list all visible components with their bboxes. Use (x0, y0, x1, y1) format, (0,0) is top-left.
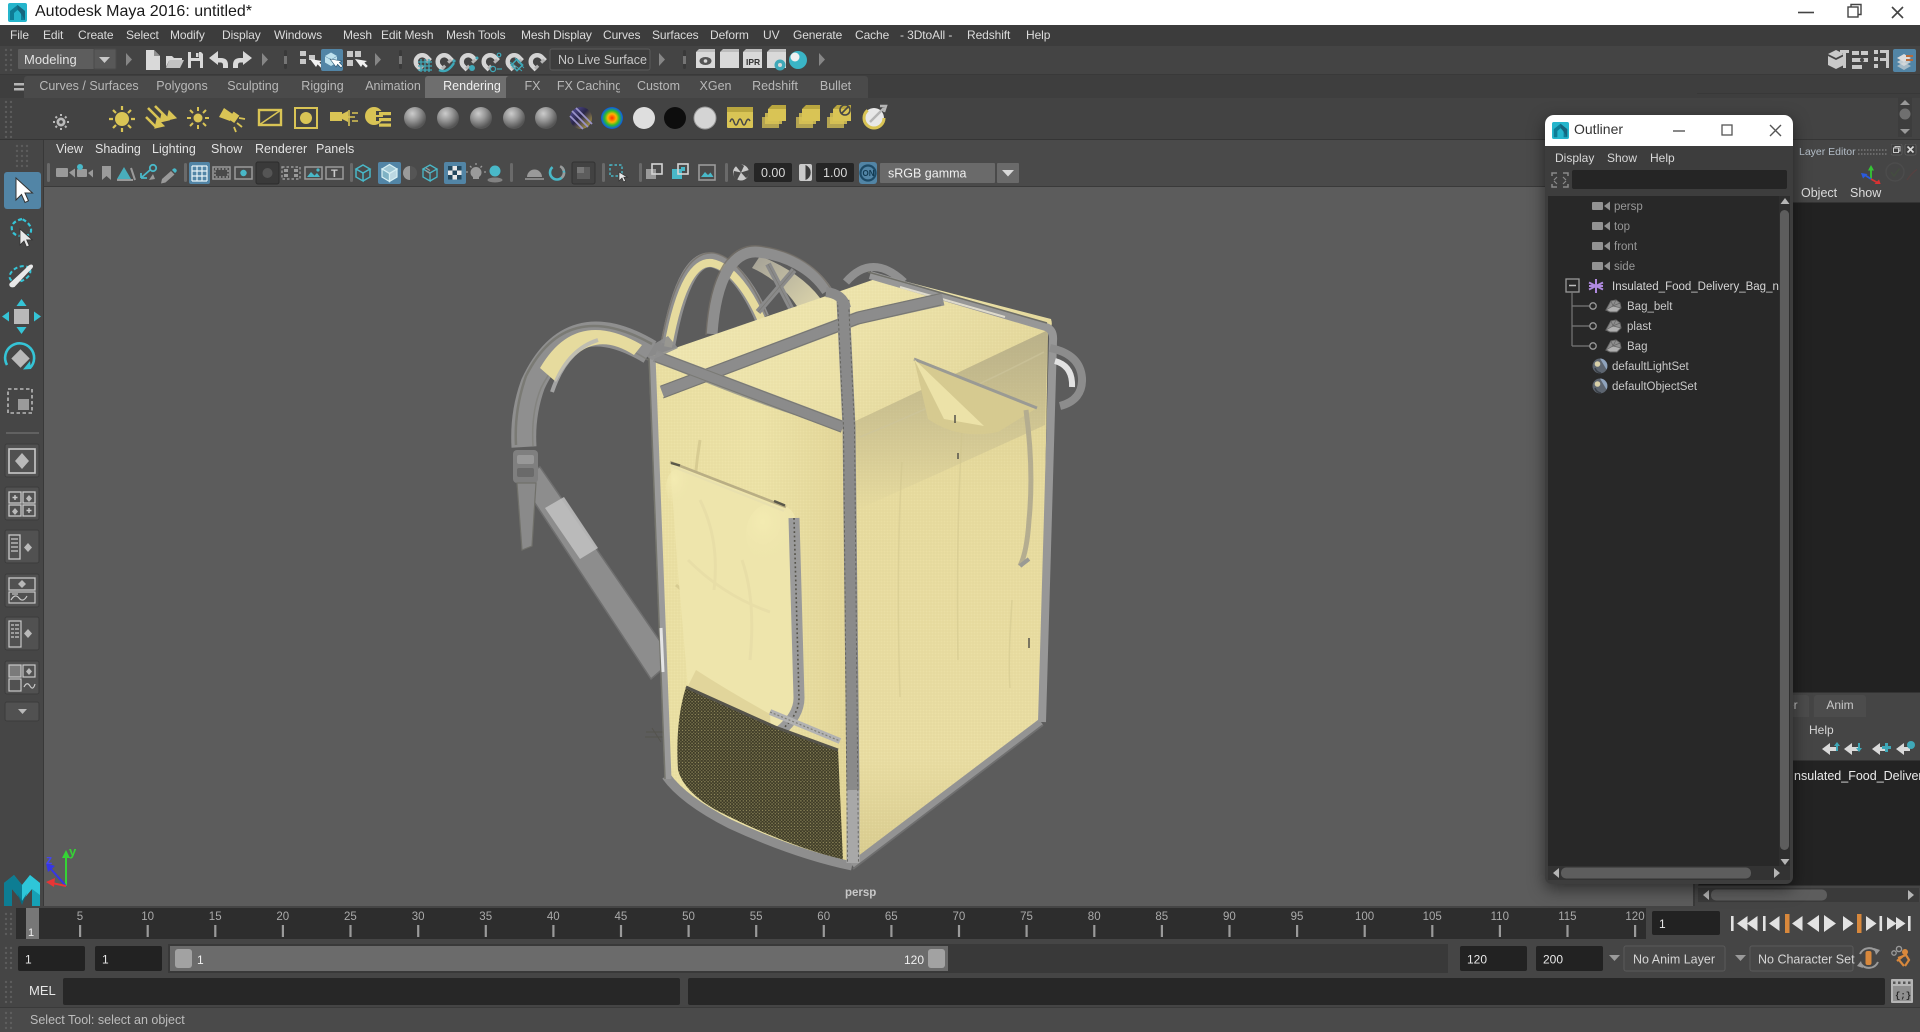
svg-text:60: 60 (817, 911, 830, 923)
svg-text:defaultLightSet: defaultLightSet (1612, 361, 1690, 373)
svg-text:1.00: 1.00 (823, 166, 847, 180)
svg-text:105: 105 (1423, 911, 1442, 923)
svg-text:30: 30 (412, 911, 425, 923)
svg-text:IPR: IPR (746, 57, 760, 67)
svg-text:plast: plast (1627, 321, 1652, 333)
svg-text:65: 65 (885, 911, 898, 923)
svg-text:115: 115 (1558, 911, 1576, 923)
svg-text:{;}: {;} (1895, 991, 1911, 1001)
svg-text:No Live Surface: No Live Surface (558, 53, 647, 67)
svg-text:No Anim Layer: No Anim Layer (1633, 953, 1715, 967)
svg-text:10: 10 (141, 911, 154, 923)
svg-text:No Character Set: No Character Set (1758, 953, 1855, 967)
svg-text:Bag_belt: Bag_belt (1627, 301, 1673, 313)
svg-text:200: 200 (1543, 953, 1563, 967)
svg-text:Insulated_Food_Delivery_Bag_nc: Insulated_Food_Delivery_Bag_ncl (1612, 281, 1787, 293)
svg-text:side: side (1614, 261, 1635, 273)
svg-text:sRGB gamma: sRGB gamma (888, 167, 967, 181)
svg-text:1: 1 (28, 927, 34, 939)
svg-text:5: 5 (77, 911, 83, 923)
svg-text:1: 1 (197, 953, 204, 967)
svg-text:15: 15 (209, 911, 222, 923)
svg-text:120: 120 (1467, 953, 1487, 967)
svg-text:80: 80 (1088, 911, 1101, 923)
svg-text:35: 35 (479, 911, 492, 923)
svg-text:top: top (1614, 221, 1630, 233)
svg-text:T: T (331, 168, 338, 180)
svg-text:ON: ON (863, 169, 875, 178)
svg-text:75: 75 (1020, 911, 1033, 923)
svg-text:85: 85 (1155, 911, 1168, 923)
svg-text:z: z (46, 853, 52, 867)
svg-text:1: 1 (25, 953, 32, 967)
svg-text:100: 100 (1355, 911, 1374, 923)
svg-text:55: 55 (750, 911, 763, 923)
svg-text:defaultObjectSet: defaultObjectSet (1612, 381, 1698, 393)
svg-text:110: 110 (1491, 911, 1509, 923)
svg-text:1: 1 (1659, 917, 1666, 931)
svg-text:20: 20 (276, 911, 289, 923)
svg-text:120: 120 (1625, 911, 1644, 923)
svg-text:95: 95 (1291, 911, 1304, 923)
svg-text:90: 90 (1223, 911, 1236, 923)
svg-text:1: 1 (102, 953, 109, 967)
svg-text:persp: persp (1614, 201, 1643, 213)
svg-text:70: 70 (953, 911, 966, 923)
svg-text:120: 120 (904, 953, 924, 967)
svg-text:front: front (1614, 241, 1638, 253)
svg-text:50: 50 (682, 911, 695, 923)
svg-text:Bag: Bag (1627, 341, 1647, 353)
svg-text:Modeling: Modeling (24, 52, 77, 67)
svg-text:0.00: 0.00 (761, 166, 785, 180)
svg-text:45: 45 (615, 911, 628, 923)
svg-text:25: 25 (344, 911, 357, 923)
svg-text:persp: persp (845, 887, 876, 899)
svg-text:y: y (69, 844, 77, 859)
svg-text:40: 40 (547, 911, 560, 923)
